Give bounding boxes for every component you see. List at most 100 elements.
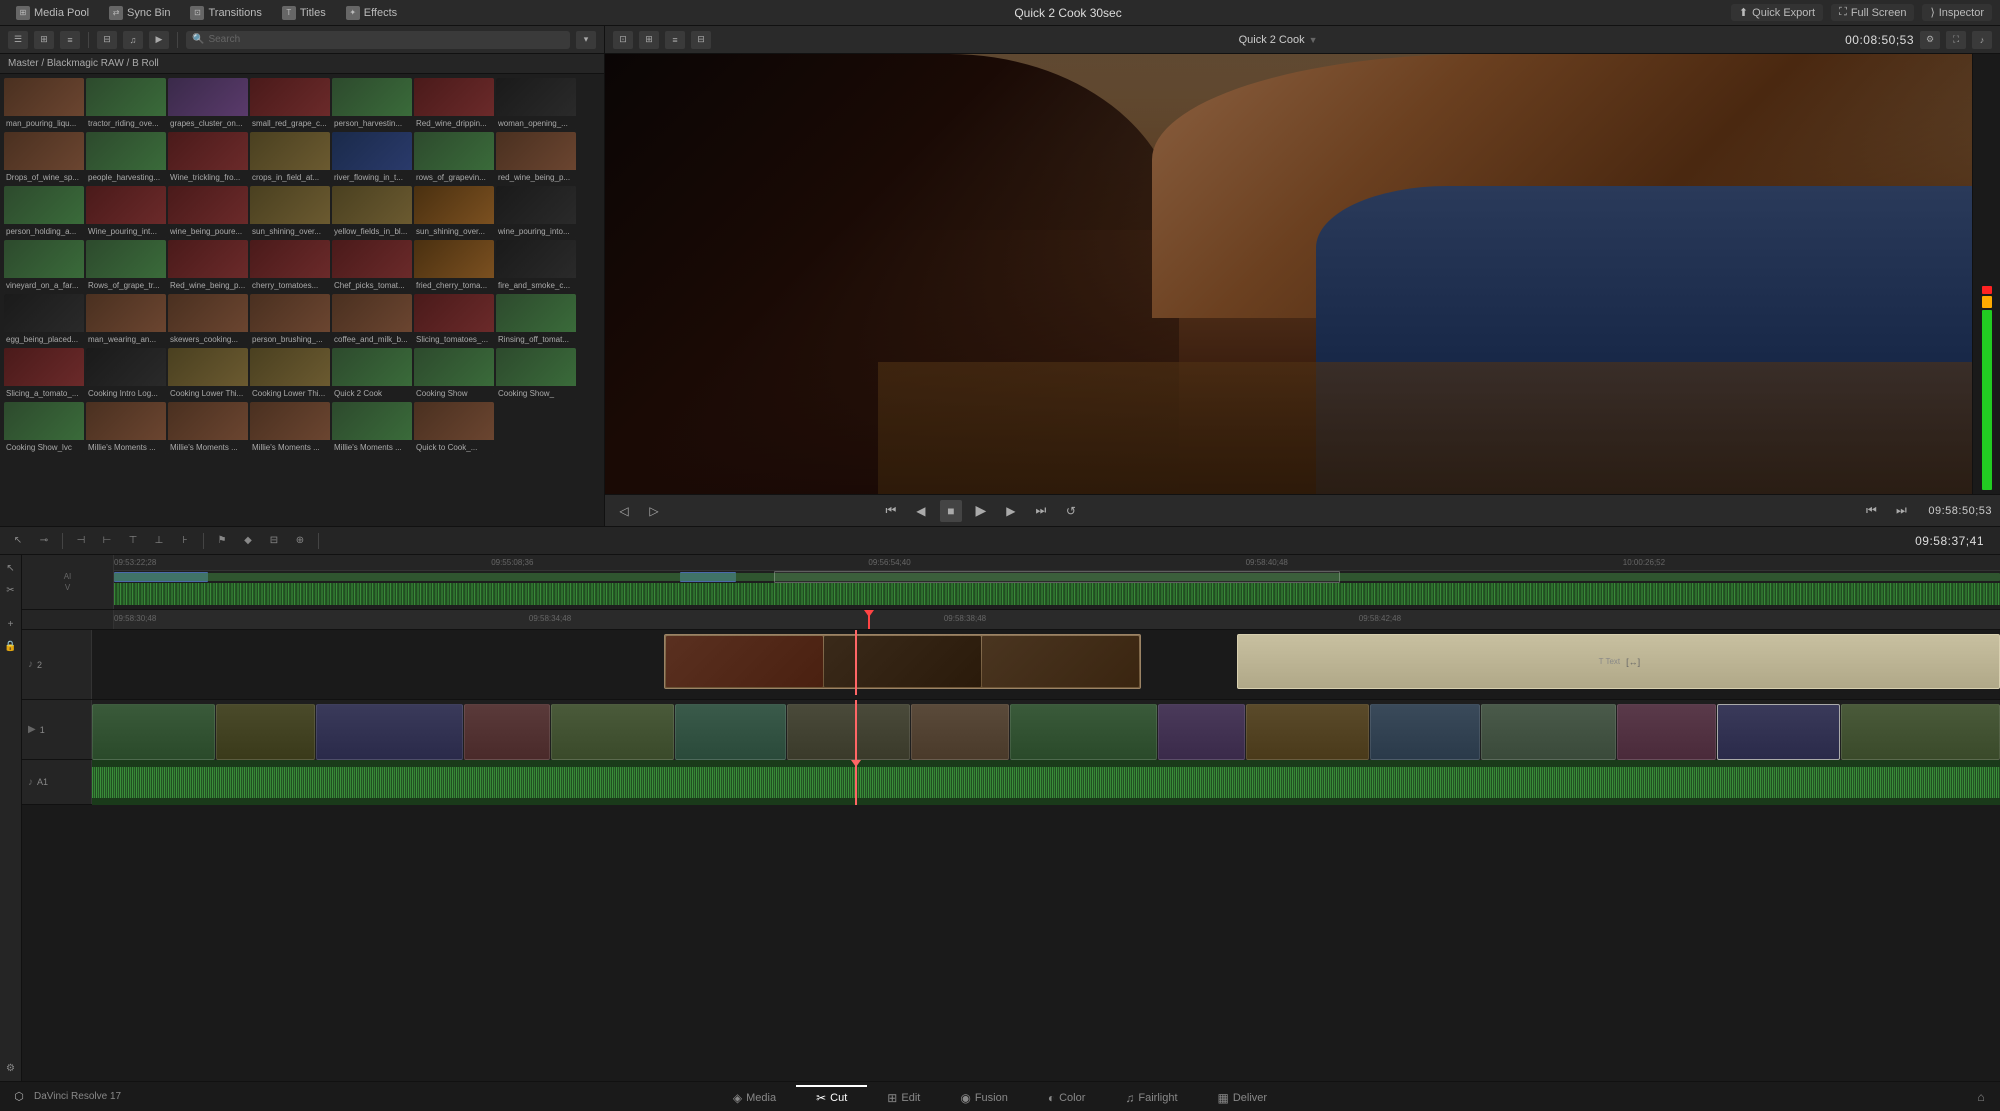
viewer-tool4[interactable]: ⊟: [691, 31, 711, 49]
media-thumb-19[interactable]: sun_shining_over...: [414, 186, 494, 238]
list-view-button[interactable]: ☰: [8, 31, 28, 49]
viewer-tool2[interactable]: ⊞: [639, 31, 659, 49]
media-thumb-13[interactable]: red_wine_being_p...: [496, 132, 576, 184]
media-thumb-47[interactable]: Quick to Cook_...: [414, 402, 494, 454]
media-thumb-14[interactable]: person_holding_a...: [4, 186, 84, 238]
tab-fairlight[interactable]: ♫ Fairlight: [1105, 1085, 1197, 1109]
v1-clip-b[interactable]: [216, 704, 315, 760]
tool-settings[interactable]: ⚙: [2, 1059, 20, 1077]
media-thumb-32[interactable]: coffee_and_milk_b...: [332, 294, 412, 346]
v1-clip-a[interactable]: [92, 704, 215, 760]
media-thumb-33[interactable]: Slicing_tomatoes_...: [414, 294, 494, 346]
tl-top-tail-button[interactable]: ⊦: [175, 532, 195, 550]
media-thumb-11[interactable]: river_flowing_in_t...: [332, 132, 412, 184]
menu-titles[interactable]: T Titles: [274, 4, 334, 22]
media-thumb-2[interactable]: grapes_cluster_on...: [168, 78, 248, 130]
media-thumb-10[interactable]: crops_in_field_at...: [250, 132, 330, 184]
media-thumb-22[interactable]: Rows_of_grape_tr...: [86, 240, 166, 292]
tl-overwrite-button[interactable]: ⊢: [97, 532, 117, 550]
v1-clip-e[interactable]: [551, 704, 674, 760]
tl-select-tool[interactable]: ↖: [8, 532, 28, 550]
v1-clip-l[interactable]: [1370, 704, 1481, 760]
grid-view-button[interactable]: ⊞: [34, 31, 54, 49]
tl-ripple-button[interactable]: ⊤: [123, 532, 143, 550]
media-thumb-18[interactable]: yellow_fields_in_bl...: [332, 186, 412, 238]
tool-add-track[interactable]: +: [2, 615, 20, 633]
tool-select[interactable]: ↖: [2, 559, 20, 577]
audio-button[interactable]: ♫: [123, 31, 143, 49]
quick-export-button[interactable]: ⬆ Quick Export: [1731, 4, 1823, 21]
menu-sync-bin[interactable]: ⇄ Sync Bin: [101, 4, 178, 22]
viewer-tool1[interactable]: ⊡: [613, 31, 633, 49]
tab-fusion[interactable]: ◉ Fusion: [940, 1085, 1028, 1109]
v1-clip-g[interactable]: [787, 704, 910, 760]
v1-clip-d[interactable]: [464, 704, 551, 760]
media-thumb-45[interactable]: Millie's Moments ...: [250, 402, 330, 454]
mark-in-button[interactable]: ◁: [613, 500, 635, 522]
media-thumb-26[interactable]: fried_cherry_toma...: [414, 240, 494, 292]
media-thumb-38[interactable]: Cooking Lower Thi...: [250, 348, 330, 400]
tl-zoom-in[interactable]: ⊕: [290, 532, 310, 550]
nav-range[interactable]: [774, 571, 1340, 583]
media-thumb-29[interactable]: man_wearing_an...: [86, 294, 166, 346]
skip-prev-button[interactable]: ⏮: [1860, 500, 1882, 522]
media-thumb-34[interactable]: Rinsing_off_tomat...: [496, 294, 576, 346]
filter-button[interactable]: ▾: [576, 31, 596, 49]
media-thumb-23[interactable]: Red_wine_being_p...: [168, 240, 248, 292]
media-thumb-0[interactable]: man_pouring_liqu...: [4, 78, 84, 130]
media-thumb-27[interactable]: fire_and_smoke_c...: [496, 240, 576, 292]
viewer-tool3[interactable]: ≡: [665, 31, 685, 49]
tool-lock[interactable]: 🔒: [2, 637, 20, 655]
media-thumb-36[interactable]: Cooking Intro Log...: [86, 348, 166, 400]
media-thumb-4[interactable]: person_harvestin...: [332, 78, 412, 130]
media-thumb-7[interactable]: Drops_of_wine_sp...: [4, 132, 84, 184]
media-thumb-28[interactable]: egg_being_placed...: [4, 294, 84, 346]
media-thumb-39[interactable]: Quick 2 Cook: [332, 348, 412, 400]
media-thumb-44[interactable]: Millie's Moments ...: [168, 402, 248, 454]
media-thumb-5[interactable]: Red_wine_drippin...: [414, 78, 494, 130]
media-thumb-25[interactable]: Chef_picks_tomat...: [332, 240, 412, 292]
loop-button[interactable]: ↺: [1060, 500, 1082, 522]
v1-clip-j[interactable]: [1158, 704, 1245, 760]
media-thumb-31[interactable]: person_brushing_...: [250, 294, 330, 346]
media-thumb-42[interactable]: Cooking Show_lvc: [4, 402, 84, 454]
skip-next-button[interactable]: ⏭: [1890, 500, 1912, 522]
prev-frame-button[interactable]: ◀: [910, 500, 932, 522]
next-frame-button[interactable]: ▶: [1000, 500, 1022, 522]
tab-deliver[interactable]: ▦ Deliver: [1198, 1085, 1288, 1109]
home-button[interactable]: ⌂: [1970, 1086, 1992, 1108]
v1-clip-n[interactable]: [1617, 704, 1716, 760]
media-thumb-12[interactable]: rows_of_grapevin...: [414, 132, 494, 184]
tl-insert-button[interactable]: ⊣: [71, 532, 91, 550]
media-thumb-9[interactable]: Wine_trickling_fro...: [168, 132, 248, 184]
tl-flag-button[interactable]: ⚑: [212, 532, 232, 550]
v1-clip-i[interactable]: [1010, 704, 1157, 760]
media-thumb-17[interactable]: sun_shining_over...: [250, 186, 330, 238]
v1-clip-p[interactable]: [1841, 704, 2000, 760]
v1-clip-m[interactable]: [1481, 704, 1616, 760]
skip-start-button[interactable]: ⏮: [880, 500, 902, 522]
media-thumb-41[interactable]: Cooking Show_: [496, 348, 576, 400]
viewer-audio[interactable]: ♪: [1972, 31, 1992, 49]
v1-clip-c[interactable]: [316, 704, 463, 760]
media-thumb-40[interactable]: Cooking Show: [414, 348, 494, 400]
tl-replace-button[interactable]: ⊥: [149, 532, 169, 550]
tl-marker-button[interactable]: ◆: [238, 532, 258, 550]
media-thumb-24[interactable]: cherry_tomatoes...: [250, 240, 330, 292]
tab-media[interactable]: ◈ Media: [713, 1085, 796, 1109]
media-thumb-15[interactable]: Wine_pouring_int...: [86, 186, 166, 238]
media-thumb-20[interactable]: wine_pouring_into...: [496, 186, 576, 238]
media-thumb-37[interactable]: Cooking Lower Thi...: [168, 348, 248, 400]
metadata-button[interactable]: ⊟: [97, 31, 117, 49]
v1-clip-o[interactable]: [1717, 704, 1840, 760]
video-button[interactable]: ▶: [149, 31, 169, 49]
menu-effects[interactable]: ✦ Effects: [338, 4, 405, 22]
stop-button[interactable]: ■: [940, 500, 962, 522]
media-thumb-3[interactable]: small_red_grape_c...: [250, 78, 330, 130]
sort-button[interactable]: ≡: [60, 31, 80, 49]
tab-edit[interactable]: ⊞ Edit: [867, 1085, 940, 1109]
tool-blade[interactable]: ✂: [2, 581, 20, 599]
play-button[interactable]: ▶: [970, 500, 992, 522]
viewer-settings[interactable]: ⚙: [1920, 31, 1940, 49]
viewer-fullscreen[interactable]: ⛶: [1946, 31, 1966, 49]
